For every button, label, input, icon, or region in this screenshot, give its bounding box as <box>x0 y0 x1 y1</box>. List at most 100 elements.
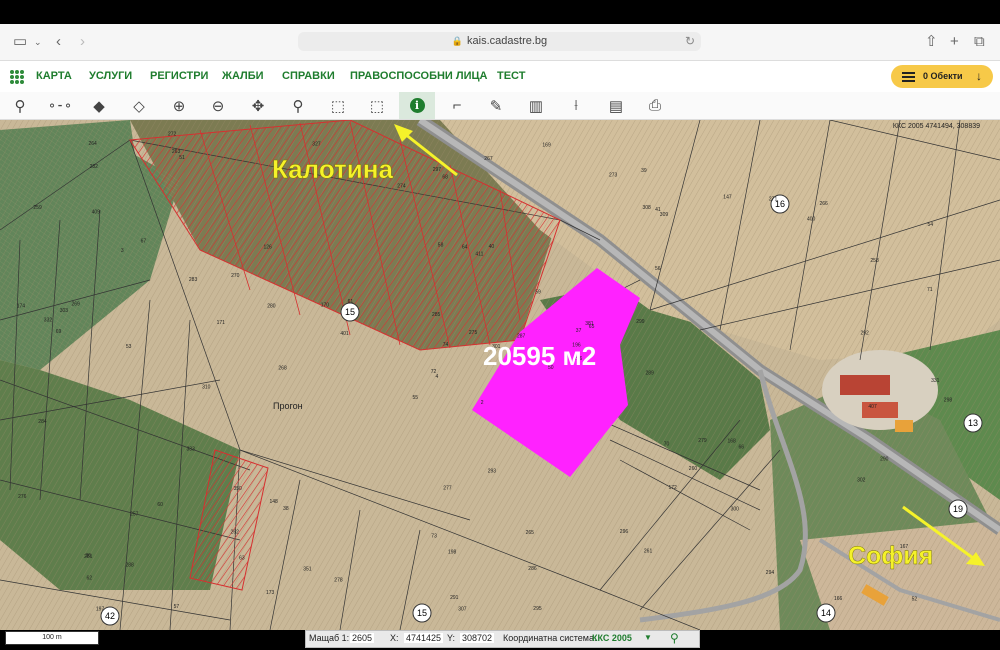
select-add-tool[interactable]: ⬚ <box>320 92 356 119</box>
zoom-in-icon: ⊕ <box>172 97 186 115</box>
chevron-down-icon[interactable]: ⌄ <box>34 33 42 51</box>
select-remove-tool[interactable]: ⬚ <box>359 92 395 119</box>
info-tool[interactable]: i <box>399 92 435 119</box>
parcel-number: 351 <box>303 567 312 573</box>
corner-measure-tool[interactable]: ⌐ <box>439 92 475 119</box>
system-select[interactable]: ККС 2005 <box>592 633 632 643</box>
split-tool[interactable]: ⟊ <box>558 92 594 119</box>
building-roof <box>840 375 890 395</box>
parcel-number: 309 <box>660 212 669 218</box>
parcel-number: 62 <box>87 576 93 582</box>
parcel-number: 281 <box>84 554 93 560</box>
parcel-number: 298 <box>944 397 953 403</box>
parcel-number: 57 <box>174 604 180 610</box>
split-icon: ⟊ <box>574 97 578 114</box>
area-label: 20595 м2 <box>483 341 596 371</box>
parcel-number: 74 <box>443 342 449 348</box>
coordinate-readout: ККС 2005 4741494, 308839 <box>892 123 980 130</box>
edit-document-icon: ▤ <box>608 97 624 115</box>
parcel-number: 263 <box>172 149 181 155</box>
parcel-number: 293 <box>488 468 497 474</box>
scale-bar: 100 m <box>5 631 99 645</box>
parcel-number: 269 <box>72 302 81 308</box>
search-tool[interactable]: ⚲ <box>2 92 38 119</box>
address-bar[interactable]: 🔒 kais.cadastre.bg ↻ <box>298 32 701 51</box>
menu-item-pravosposobni-lica[interactable]: ПРАВОСПОСОБНИ ЛИЦА <box>350 70 488 82</box>
zoom-out-tool[interactable]: ⊖ <box>200 92 236 119</box>
parcel-number: 58 <box>438 243 444 249</box>
print-icon: ⎙ <box>648 97 661 114</box>
menu-item-zhalbi[interactable]: ЖАЛБИ <box>222 70 264 82</box>
parcel-number: 169 <box>542 143 551 149</box>
parcel-number: 71 <box>927 287 933 293</box>
dropdown-caret-icon[interactable]: ▼ <box>644 633 652 642</box>
parcel-number: 295 <box>533 606 542 612</box>
menu-item-uslugi[interactable]: УСЛУГИ <box>89 70 132 82</box>
parcel-number: 172 <box>669 485 678 491</box>
building-roof <box>895 420 913 432</box>
search-coordinates-icon[interactable]: ⚲ <box>670 631 679 645</box>
parcel-number: 54 <box>928 222 934 228</box>
parcel-number: 73 <box>431 533 437 539</box>
road-number: 13 <box>968 418 978 428</box>
parcel-number: 259 <box>33 205 42 211</box>
edit-document-tool[interactable]: ▤ <box>598 92 634 119</box>
parcel-number: 258 <box>870 258 879 264</box>
map-canvas[interactable]: 15 16 13 19 14 15 42 2 3 4 36 37 38 39 40 41 50 51… <box>0 120 1000 630</box>
layers-stack-tool[interactable]: ◇ <box>121 92 157 119</box>
objects-button[interactable]: 0 Обекти ↓ <box>891 65 993 88</box>
parcel-number: 166 <box>834 596 843 602</box>
parcel-number: 308 <box>643 205 652 211</box>
scale-label: Мащаб 1: <box>309 633 350 643</box>
parcel-number: 280 <box>267 304 276 310</box>
parcel-number: 292 <box>861 331 870 337</box>
parcel-number: 260 <box>689 466 698 472</box>
parcel-number: 270 <box>231 273 240 279</box>
map-tool[interactable]: ▥ <box>518 92 554 119</box>
menu-item-test[interactable]: ТЕСТ <box>497 70 525 82</box>
layers-stack-icon: ◇ <box>133 97 145 115</box>
parcel-number: 409 <box>92 209 101 215</box>
pan-tool[interactable]: ✥ <box>240 92 276 119</box>
parcel-number: 173 <box>266 590 275 596</box>
pan-icon: ✥ <box>251 97 265 115</box>
menu-item-spravki[interactable]: СПРАВКИ <box>282 70 335 82</box>
menu-item-karta[interactable]: КАРТА <box>36 70 72 82</box>
tabs-overview-icon[interactable]: ⧉ <box>974 33 985 51</box>
parcel-number: 61 <box>348 299 354 305</box>
zoom-in-tool[interactable]: ⊕ <box>161 92 197 119</box>
location-tool[interactable]: ⚲ <box>280 92 316 119</box>
parcel-number: 3 <box>121 248 124 254</box>
parcel-number: 2 <box>481 400 484 406</box>
print-tool[interactable]: ⎙ <box>637 92 673 119</box>
parcel-number: 267 <box>484 156 493 162</box>
apps-grid-icon[interactable] <box>10 70 24 84</box>
menu-item-registri[interactable]: РЕГИСТРИ <box>150 70 208 82</box>
parcel-number: 60 <box>157 502 163 508</box>
building-roof <box>862 402 898 418</box>
layers-tool[interactable]: ◆ <box>81 92 117 119</box>
select-add-icon: ⬚ <box>330 97 346 115</box>
parcel-number: 268 <box>278 365 287 371</box>
reload-icon[interactable]: ↻ <box>685 32 695 51</box>
parcel-number: 55 <box>413 395 419 401</box>
sidebar-toggle-icon[interactable]: ▭ <box>13 33 27 51</box>
map-toolbar: ⚲ ⚬⁃⚬ ◆ ◇ ⊕ ⊖ ✥ ⚲ ⬚ ⬚ i ⌐ ✎ ▥ ⟊ ▤ ⎙ <box>0 92 1000 120</box>
back-icon[interactable]: ‹ <box>56 33 61 51</box>
forward-icon[interactable]: › <box>80 33 85 51</box>
map-svg[interactable]: 15 16 13 19 14 15 42 2343637383940415051… <box>0 120 1000 630</box>
parcel-number: 257 <box>130 512 139 518</box>
parcel-number: 261 <box>644 548 653 554</box>
x-value: 4741425 <box>404 633 444 643</box>
graph-tool[interactable]: ⚬⁃⚬ <box>42 92 78 119</box>
parcel-number: 400 <box>807 217 816 223</box>
parcel-number: 59 <box>535 290 541 296</box>
share-icon[interactable]: ⇧ <box>925 33 938 51</box>
parcel-number: 284 <box>38 419 47 425</box>
parcel-number: 64 <box>462 244 468 250</box>
scale-value[interactable]: 2605 <box>350 633 375 643</box>
new-tab-icon[interactable]: + <box>950 33 959 51</box>
parcel-number: 381 <box>585 321 594 327</box>
road-number: 19 <box>953 504 963 514</box>
draw-polygon-tool[interactable]: ✎ <box>478 92 514 119</box>
